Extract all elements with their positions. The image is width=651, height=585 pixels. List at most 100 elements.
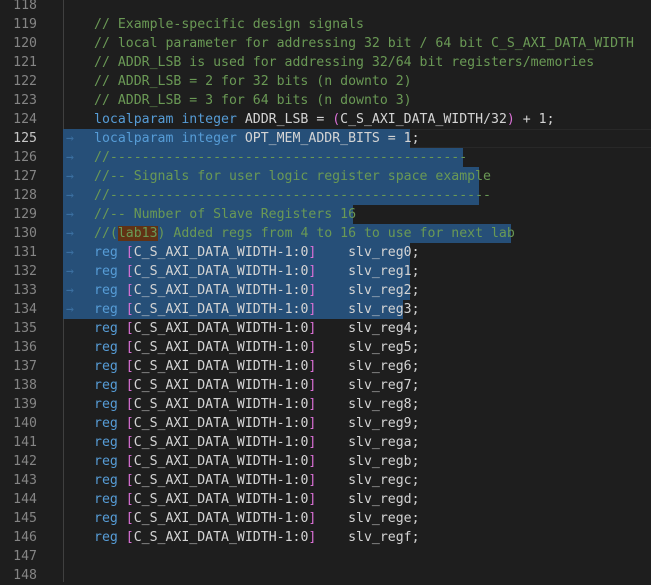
code-token: [ [125, 397, 134, 412]
code-token: slv_reg6; [316, 359, 420, 374]
code-editor[interactable]: 118 119 // Example-specific design signals… [0, 0, 651, 585]
code-token: C_S_AXI_DATA_WIDTH-1:0 [133, 397, 309, 412]
code-line[interactable]: 122 // ADDR_LSB = 2 for 32 bits (n downto… [0, 72, 651, 91]
code-token: localparam integer [94, 112, 245, 127]
code-text: localparam integer OPT_MEM_ADDR_BITS = 1… [94, 129, 420, 148]
code-token: // ADDR_LSB = 3 for 64 bits (n downto 3) [94, 93, 412, 108]
code-line[interactable]: 142 reg [C_S_AXI_DATA_WIDTH-1:0] slv_regb… [0, 452, 651, 471]
code-line[interactable]: 128 //-----------------------------------… [0, 186, 651, 205]
code-token: //--------------------------------------… [94, 150, 468, 165]
code-token: reg [94, 302, 126, 317]
line-number: 147 [13, 549, 37, 564]
line-number: 128 [13, 188, 37, 203]
line-number: 141 [13, 435, 37, 450]
code-token: OPT_MEM_ADDR_BITS = 1; [244, 131, 420, 146]
code-line[interactable]: 123 // ADDR_LSB = 3 for 64 bits (n downto… [0, 91, 651, 110]
code-token: C_S_AXI_DATA_WIDTH-1:0 [133, 283, 309, 298]
code-line[interactable]: 131 reg [C_S_AXI_DATA_WIDTH-1:0] slv_reg0… [0, 243, 651, 262]
line-number: 148 [13, 568, 37, 583]
code-line[interactable]: 129 //-- Number of Slave Registers 16 → [0, 205, 651, 224]
code-token: [ [125, 378, 134, 393]
code-token: C_S_AXI_DATA_WIDTH-1:0 [133, 492, 309, 507]
code-token: reg [94, 530, 126, 545]
code-token: C_S_AXI_DATA_WIDTH/32 [340, 112, 507, 127]
code-token: [ [125, 245, 134, 260]
line-number: 119 [13, 17, 37, 32]
code-line[interactable]: 134 reg [C_S_AXI_DATA_WIDTH-1:0] slv_reg3… [0, 300, 651, 319]
code-token: reg [94, 245, 126, 260]
code-token: slv_rega; [316, 435, 420, 450]
code-text: reg [C_S_AXI_DATA_WIDTH-1:0] slv_reg9; [94, 414, 420, 433]
code-token: reg [94, 492, 126, 507]
code-text: reg [C_S_AXI_DATA_WIDTH-1:0] slv_reg8; [94, 395, 420, 414]
code-line[interactable]: 137 reg [C_S_AXI_DATA_WIDTH-1:0] slv_reg6… [0, 357, 651, 376]
code-token: C_S_AXI_DATA_WIDTH-1:0 [133, 321, 309, 336]
code-line[interactable]: 127 //-- Signals for user logic register … [0, 167, 651, 186]
code-line[interactable]: 148 [0, 566, 651, 585]
code-line[interactable]: 135 reg [C_S_AXI_DATA_WIDTH-1:0] slv_reg4… [0, 319, 651, 338]
code-text: //(lab13) Added regs from 4 to 16 to use… [94, 224, 515, 243]
code-token: //-- Number of Slave Registers 16 [94, 207, 357, 222]
code-text: reg [C_S_AXI_DATA_WIDTH-1:0] slv_reg7; [94, 376, 420, 395]
code-text: reg [C_S_AXI_DATA_WIDTH-1:0] slv_reg2; [94, 281, 420, 300]
code-token: C_S_AXI_DATA_WIDTH-1:0 [133, 378, 309, 393]
code-line[interactable]: 121 // ADDR_LSB is used for addressing 32… [0, 53, 651, 72]
code-token: slv_regc; [316, 473, 420, 488]
code-token: C_S_AXI_DATA_WIDTH-1:0 [133, 530, 309, 545]
code-text: reg [C_S_AXI_DATA_WIDTH-1:0] slv_regd; [94, 490, 420, 509]
tab-whitespace-icon: → [66, 245, 74, 260]
line-number: 133 [13, 283, 37, 298]
code-token: [ [125, 283, 134, 298]
code-line[interactable]: 124 localparam integer ADDR_LSB = (C_S_AX… [0, 110, 651, 129]
code-line[interactable]: 145 reg [C_S_AXI_DATA_WIDTH-1:0] slv_rege… [0, 509, 651, 528]
code-line[interactable]: 132 reg [C_S_AXI_DATA_WIDTH-1:0] slv_reg1… [0, 262, 651, 281]
code-token: C_S_AXI_DATA_WIDTH-1:0 [133, 454, 309, 469]
code-token: slv_reg3; [316, 302, 420, 317]
code-token: // Example-specific design signals [94, 17, 364, 32]
code-line[interactable]: 119 // Example-specific design signals [0, 15, 651, 34]
code-line[interactable]: 141 reg [C_S_AXI_DATA_WIDTH-1:0] slv_rega… [0, 433, 651, 452]
code-text: reg [C_S_AXI_DATA_WIDTH-1:0] slv_rega; [94, 433, 420, 452]
line-number: 123 [13, 93, 37, 108]
code-token: reg [94, 283, 126, 298]
line-number: 131 [13, 245, 37, 260]
code-line[interactable]: 130 //(lab13) Added regs from 4 to 16 to … [0, 224, 651, 243]
line-number: 139 [13, 397, 37, 412]
code-line[interactable]: 139 reg [C_S_AXI_DATA_WIDTH-1:0] slv_reg8… [0, 395, 651, 414]
code-token: //-- Signals for user logic register spa… [94, 169, 491, 184]
code-text: //--------------------------------------… [94, 186, 491, 205]
code-token: ) [506, 112, 515, 127]
code-line[interactable]: 125 localparam integer OPT_MEM_ADDR_BITS … [0, 129, 651, 148]
code-line[interactable]: 118 [0, 0, 651, 15]
code-text: reg [C_S_AXI_DATA_WIDTH-1:0] slv_regc; [94, 471, 420, 490]
code-line[interactable]: 136 reg [C_S_AXI_DATA_WIDTH-1:0] slv_reg5… [0, 338, 651, 357]
code-token: reg [94, 511, 126, 526]
line-number: 122 [13, 74, 37, 89]
code-token: slv_reg5; [316, 340, 420, 355]
code-token: C_S_AXI_DATA_WIDTH-1:0 [133, 245, 309, 260]
code-token: // ADDR_LSB is used for addressing 32/64… [94, 55, 595, 70]
code-token: slv_reg1; [316, 264, 420, 279]
code-line[interactable]: 143 reg [C_S_AXI_DATA_WIDTH-1:0] slv_regc… [0, 471, 651, 490]
code-line[interactable]: 120 // local parameter for addressing 32 … [0, 34, 651, 53]
code-token: //--------------------------------------… [94, 188, 491, 203]
code-token: + 1; [514, 112, 555, 127]
code-token: // local parameter for addressing 32 bit… [94, 36, 634, 51]
code-line[interactable]: 144 reg [C_S_AXI_DATA_WIDTH-1:0] slv_regd… [0, 490, 651, 509]
code-line[interactable]: 140 reg [C_S_AXI_DATA_WIDTH-1:0] slv_reg9… [0, 414, 651, 433]
code-token: slv_rege; [316, 511, 420, 526]
code-token: [ [125, 511, 134, 526]
code-line[interactable]: 126 //-----------------------------------… [0, 148, 651, 167]
tab-whitespace-icon: → [66, 283, 74, 298]
code-token: //( [94, 226, 118, 241]
code-line[interactable]: 133 reg [C_S_AXI_DATA_WIDTH-1:0] slv_reg2… [0, 281, 651, 300]
code-text: // ADDR_LSB is used for addressing 32/64… [94, 53, 594, 72]
code-line[interactable]: 147 [0, 547, 651, 566]
code-token: [ [125, 435, 134, 450]
code-text: reg [C_S_AXI_DATA_WIDTH-1:0] slv_reg0; [94, 243, 420, 262]
code-token: [ [125, 416, 134, 431]
line-number: 126 [13, 150, 37, 165]
line-number: 144 [13, 492, 37, 507]
code-line[interactable]: 146 reg [C_S_AXI_DATA_WIDTH-1:0] slv_regf… [0, 528, 651, 547]
code-line[interactable]: 138 reg [C_S_AXI_DATA_WIDTH-1:0] slv_reg7… [0, 376, 651, 395]
